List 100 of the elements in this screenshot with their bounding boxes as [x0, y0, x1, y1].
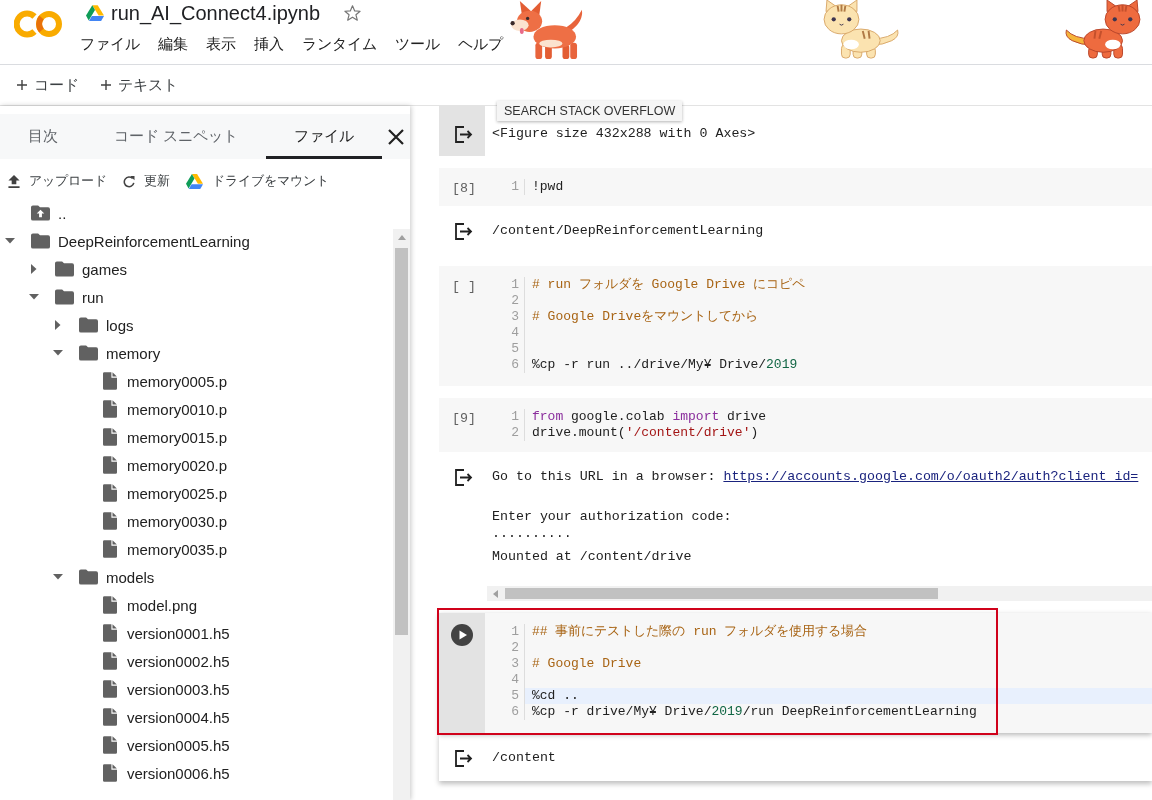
execution-count: [9]: [452, 411, 476, 426]
scrollbar-thumb[interactable]: [395, 248, 408, 635]
line-number: 2: [485, 425, 525, 441]
menu-item[interactable]: ヘルプ: [458, 34, 503, 54]
file-icon: [103, 680, 117, 698]
file-name[interactable]: memory0025.p: [127, 484, 228, 502]
file-icon: [103, 736, 117, 754]
line-number: 2: [485, 293, 525, 309]
file-name[interactable]: memory0030.p: [127, 512, 228, 530]
code-line: !pwd: [531, 179, 565, 195]
scrollbar-thumb[interactable]: [505, 588, 938, 599]
vertical-scrollbar[interactable]: [393, 229, 410, 800]
output-arrow-icon[interactable]: [455, 126, 473, 143]
file-icon: [103, 652, 117, 670]
code-cell[interactable]: [9] 1 from google.colab import drive 2 drive.mount('/content/drive'): [439, 398, 1152, 452]
folder-icon: [55, 289, 74, 305]
code-cell[interactable]: [8] 1 !pwd: [439, 168, 1152, 206]
menu-item[interactable]: 挿入: [254, 34, 284, 54]
caret-icon[interactable]: [5, 238, 15, 244]
file-name[interactable]: version0004.h5: [127, 708, 230, 726]
logo-icon[interactable]: [14, 10, 62, 38]
caret-icon[interactable]: [29, 294, 39, 300]
file-name[interactable]: memory0015.p: [127, 428, 228, 446]
folder-name[interactable]: DeepReinforcementLearning: [58, 232, 250, 250]
file-name[interactable]: model.png: [127, 596, 198, 614]
folder-name[interactable]: ..: [58, 204, 67, 222]
folder-name[interactable]: run: [82, 288, 104, 306]
file-icon: [103, 596, 117, 614]
folder-name[interactable]: games: [82, 260, 128, 278]
line-number: 4: [485, 672, 525, 688]
menu-item[interactable]: 編集: [158, 34, 188, 54]
output-text: ··········: [492, 528, 572, 546]
folder-name[interactable]: logs: [106, 316, 134, 334]
file-name[interactable]: version0002.h5: [127, 652, 230, 670]
plus-icon: [101, 80, 111, 90]
file-name[interactable]: version0006.h5: [127, 764, 230, 782]
file-name[interactable]: version0005.h5: [127, 736, 230, 754]
file-name[interactable]: memory0035.p: [127, 540, 228, 558]
url-link[interactable]: https://accounts.google.com/o/oauth2/auth?client_id=: [723, 467, 1139, 487]
file-name[interactable]: version0003.h5: [127, 680, 230, 698]
output-arrow-icon[interactable]: [455, 750, 473, 767]
notebook-title[interactable]: run_AI_Connect4.ipynb: [111, 1, 321, 25]
file-name[interactable]: version0001.h5: [127, 624, 230, 642]
caret-icon[interactable]: [55, 320, 61, 330]
upload-button[interactable]: アップロード: [8, 172, 107, 190]
output-text: /content/DeepReinforcementLearning: [492, 222, 764, 240]
sidebar-tab[interactable]: 目次: [0, 114, 86, 159]
triangle-logo-icon: [86, 5, 104, 21]
code-line: drive.mount('/content/drive'): [531, 425, 760, 441]
menu-item[interactable]: 表示: [206, 34, 236, 54]
close-icon[interactable]: [388, 128, 404, 145]
output-text: Go to this URL in a browser:: [492, 468, 716, 486]
line-number: 6: [485, 357, 525, 373]
folder-name[interactable]: models: [106, 568, 155, 586]
tooltip: SEARCH STACK OVERFLOW: [497, 101, 683, 121]
refresh-button[interactable]: 更新: [123, 172, 170, 190]
file-name[interactable]: memory0020.p: [127, 456, 228, 474]
line-number: 6: [485, 704, 525, 720]
folder-name[interactable]: memory: [106, 344, 161, 362]
mount-drive-button[interactable]: ドライブをマウント: [186, 172, 329, 190]
code-line: # Google Driveをマウントしてから: [531, 309, 760, 325]
sidebar-tab[interactable]: ファイル: [266, 114, 383, 159]
line-number: 1: [485, 409, 525, 425]
refresh-icon: [123, 174, 135, 188]
file-icon: [103, 428, 117, 446]
menu-item[interactable]: ファイル: [80, 34, 140, 54]
caret-icon[interactable]: [53, 574, 63, 580]
code-line: %cp -r drive/My¥ Drive/2019/run DeepReinforcementLearning: [531, 704, 978, 720]
sidebar-tab[interactable]: コード スニペット: [86, 114, 267, 159]
code-line: ## 事前にテストした際の run フォルダを使用する場合: [531, 624, 869, 640]
menu-item[interactable]: ツール: [395, 34, 440, 54]
output-text: <Figure size 432x288 with 0 Axes>: [492, 125, 756, 143]
folder-icon: [79, 317, 98, 333]
output-arrow-icon[interactable]: [455, 223, 473, 240]
code-line: # run フォルダを Google Drive にコピペ: [531, 277, 807, 293]
file-icon: [103, 708, 117, 726]
file-icon: [103, 456, 117, 474]
file-name[interactable]: memory0010.p: [127, 400, 228, 418]
horizontal-scrollbar[interactable]: [487, 586, 1152, 601]
upload-icon: [8, 174, 20, 188]
star-icon[interactable]: [344, 5, 362, 21]
output-arrow-icon[interactable]: [455, 469, 473, 486]
add-code-button[interactable]: コード: [17, 75, 79, 95]
caret-icon[interactable]: [31, 264, 37, 274]
execution-count: [8]: [452, 181, 476, 196]
line-number: 2: [485, 640, 525, 656]
caret-icon[interactable]: [53, 350, 63, 356]
triangle-logo-icon: [186, 173, 203, 189]
file-icon: [103, 484, 117, 502]
menu-item[interactable]: ランタイム: [302, 34, 377, 54]
output-text: Enter your authorization code:: [492, 508, 732, 526]
file-name[interactable]: memory0005.p: [127, 372, 228, 390]
line-number: 1: [485, 277, 525, 293]
line-number: 1: [485, 624, 525, 640]
line-number: 3: [485, 656, 525, 672]
run-button[interactable]: [451, 624, 473, 646]
code-cell[interactable]: [ ] 1 # run フォルダを Google Drive にコピペ 2 3 # Google Driveをマウントしてから 4 5 6 %cp -r run ../drive/My¥ Drive/2019: [439, 266, 1152, 386]
add-text-button[interactable]: テキスト: [101, 75, 178, 95]
output-text: /content: [492, 749, 556, 767]
folder-icon: [55, 261, 74, 277]
